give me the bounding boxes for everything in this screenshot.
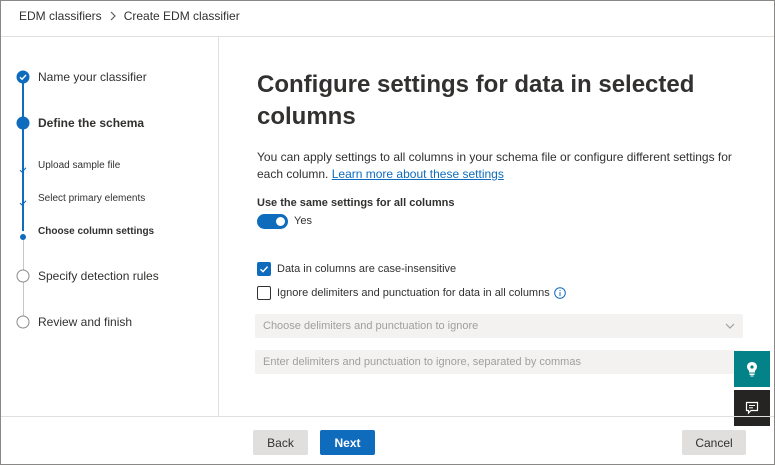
- step-connector: [22, 129, 24, 231]
- feedback-icon: [745, 401, 759, 415]
- wizard-steps-nav: Name your classifier Define the schema U…: [1, 37, 219, 416]
- empty-circle-icon: [16, 315, 30, 329]
- page-description: You can apply settings to all columns in…: [257, 149, 757, 183]
- filled-circle-icon: [16, 116, 30, 130]
- back-button[interactable]: Back: [253, 430, 308, 455]
- substep-label: Select primary elements: [38, 193, 146, 204]
- delimiters-text-input[interactable]: Enter delimiters and punctuation to igno…: [255, 350, 743, 374]
- feedback-button[interactable]: [734, 390, 770, 426]
- info-icon[interactable]: [553, 287, 566, 299]
- same-settings-label: Use the same settings for all columns: [257, 197, 455, 209]
- ignore-delimiters-label: Ignore delimiters and punctuation for da…: [277, 287, 550, 299]
- substep-label: Upload sample file: [38, 160, 121, 171]
- current-dot-icon: [20, 227, 26, 240]
- ignore-delimiters-option: Ignore delimiters and punctuation for da…: [257, 286, 566, 300]
- empty-circle-icon: [16, 269, 30, 283]
- breadcrumb-create-edm-classifier: Create EDM classifier: [123, 9, 240, 23]
- input-placeholder: Enter delimiters and punctuation to igno…: [263, 356, 581, 368]
- step-label: Name your classifier: [38, 70, 147, 84]
- step-connector: [22, 235, 24, 271]
- substep-label: Choose column settings: [38, 226, 155, 237]
- breadcrumb-edm-classifiers[interactable]: EDM classifiers: [19, 9, 102, 23]
- checkmark-icon: [260, 266, 269, 273]
- step-connector: [22, 282, 24, 317]
- chevron-right-icon: [109, 11, 117, 21]
- cancel-button[interactable]: Cancel: [682, 430, 746, 455]
- ignore-delimiters-checkbox[interactable]: [257, 286, 271, 300]
- step-label: Specify detection rules: [38, 269, 159, 283]
- toggle-state-label: Yes: [294, 215, 312, 227]
- delimiters-dropdown[interactable]: Choose delimiters and punctuation to ign…: [255, 314, 743, 338]
- page-title: Configure settings for data in selected …: [257, 71, 695, 130]
- step-connector: [22, 83, 24, 120]
- step-label: Review and finish: [38, 315, 133, 329]
- lightbulb-icon: [747, 362, 757, 377]
- check-icon: [19, 161, 27, 173]
- help-button[interactable]: [734, 351, 770, 387]
- step-label: Define the schema: [38, 116, 145, 130]
- breadcrumb: EDM classifiers Create EDM classifier: [19, 8, 240, 24]
- chevron-down-icon: [725, 321, 735, 331]
- same-settings-toggle[interactable]: [257, 214, 288, 229]
- case-insensitive-option: Data in columns are case-insensitive: [257, 262, 456, 276]
- next-button[interactable]: Next: [320, 430, 375, 455]
- check-circle-icon: [16, 70, 30, 84]
- learn-more-link[interactable]: Learn more about these settings: [332, 167, 504, 181]
- dropdown-placeholder: Choose delimiters and punctuation to ign…: [263, 320, 479, 332]
- check-icon: [19, 194, 27, 206]
- case-insensitive-checkbox[interactable]: [257, 262, 271, 276]
- footer-divider: [1, 416, 774, 417]
- case-insensitive-label: Data in columns are case-insensitive: [277, 263, 457, 275]
- toggle-knob: [276, 217, 285, 226]
